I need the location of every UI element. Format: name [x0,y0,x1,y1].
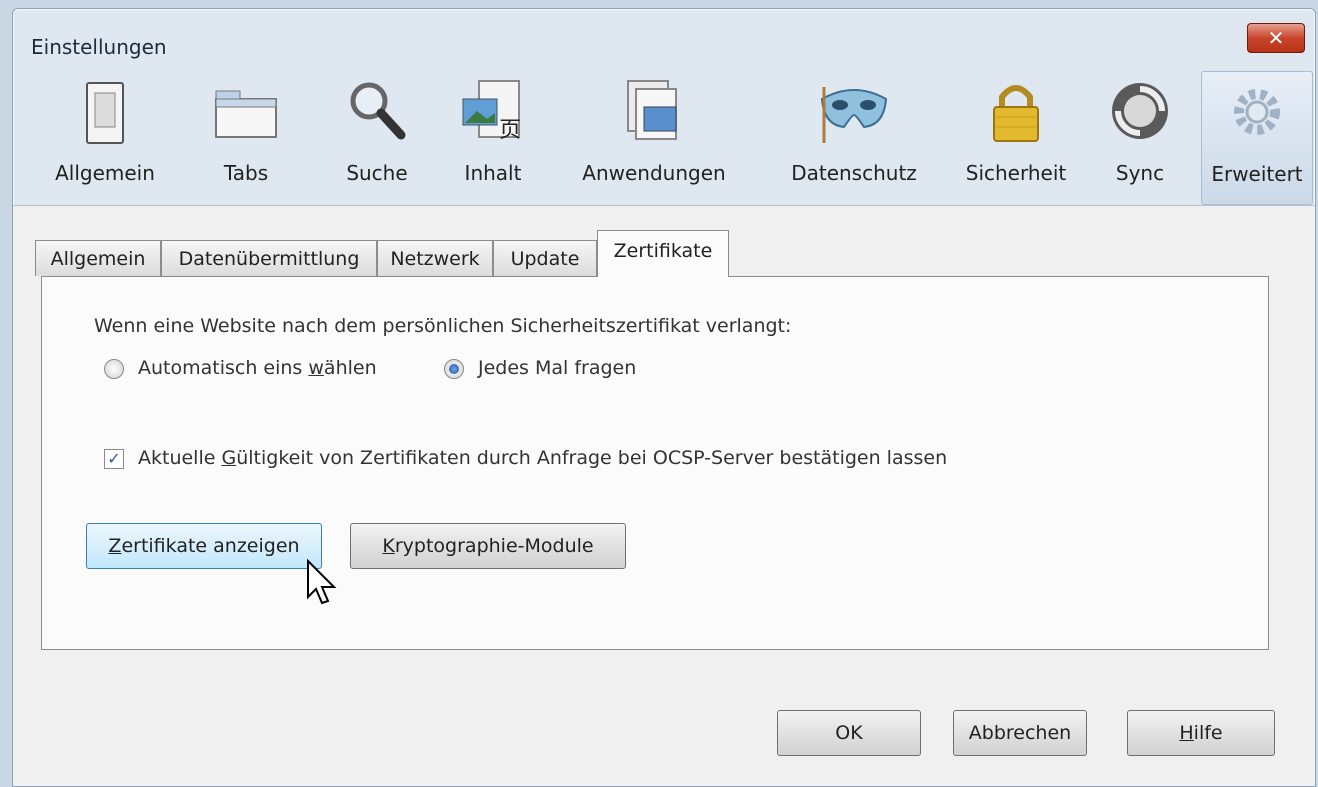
toolbar-item-suche[interactable]: Suche [321,71,433,203]
svg-text:页: 页 [499,118,521,143]
ocsp-checkbox-label[interactable]: Aktuelle Gültigkeit von Zertifikaten dur… [138,447,947,469]
tabs-window-icon [215,90,277,138]
ocsp-checkbox[interactable]: ✓ [104,449,124,469]
window-title: Einstellungen [31,35,167,59]
help-button[interactable]: Hilfe [1127,710,1275,756]
sync-icon [1112,83,1168,139]
mask-icon [820,87,888,143]
tab-datenuebermittlung[interactable]: Datenübermittlung [161,240,377,276]
cancel-button[interactable]: Abbrechen [953,710,1087,756]
radio-ask-every-time-label[interactable]: Jedes Mal fragen [478,357,636,379]
toolbar-item-allgemein[interactable]: Allgemein [31,71,179,203]
toolbar-item-datenschutz[interactable]: Datenschutz [769,71,939,203]
applications-icon [627,80,677,140]
toolbar-label: Erweitert [1211,162,1303,186]
tab-netzwerk[interactable]: Netzwerk [377,240,493,276]
toolbar-label: Suche [346,161,408,185]
toolbar-item-inhalt[interactable]: 页 Inhalt [443,71,543,203]
magnifier-icon [350,82,406,140]
toolbar-item-sicherheit[interactable]: Sicherheit [951,71,1081,203]
toolbar-label: Sicherheit [965,161,1067,185]
certificates-panel: Wenn eine Website nach dem persönlichen … [41,276,1269,650]
tab-zertifikate[interactable]: Zertifikate [597,230,729,277]
toolbar-item-tabs[interactable]: Tabs [196,71,296,203]
tab-update[interactable]: Update [493,240,597,276]
toolbar-item-anwendungen[interactable]: Anwendungen [559,71,749,203]
toolbar-label: Allgemein [55,161,155,185]
toolbar-item-sync[interactable]: Sync [1095,71,1185,203]
toolbar-label: Sync [1115,161,1165,185]
tab-allgemein[interactable]: Allgemein [35,240,161,276]
certificate-request-prompt: Wenn eine Website nach dem persönlichen … [94,315,792,337]
toolbar-label: Datenschutz [791,161,917,185]
toolbar-label: Inhalt [464,161,522,185]
category-toolbar: Allgemein Tabs Suche 页 Inhalt Anwendunge… [31,71,1313,205]
close-button[interactable]: ✕ [1247,23,1305,53]
radio-ask-every-time[interactable] [444,359,464,379]
toolbar-item-erweitert[interactable]: Erweitert [1201,71,1313,205]
content-icon: 页 [462,80,521,143]
title-bar[interactable]: Einstellungen ✕ [13,9,1315,73]
show-certificates-button[interactable]: Zertifikate anzeigen [86,523,322,569]
preferences-window: Einstellungen ✕ Allgemein Tabs Suche 页 I… [12,8,1316,787]
toolbar-label: Anwendungen [582,161,726,185]
crypto-modules-button[interactable]: Kryptographie-Module [350,523,626,569]
radio-auto-select-label[interactable]: Automatisch eins wählen [138,357,377,379]
padlock-icon [993,85,1039,142]
gear-icon [1234,89,1280,135]
ok-button[interactable]: OK [777,710,921,756]
toolbar-label: Tabs [223,161,269,185]
mouse-cursor-icon [307,559,337,605]
switch-icon [86,82,124,144]
radio-auto-select[interactable] [104,359,124,379]
settings-content: Allgemein Datenübermittlung Netzwerk Upd… [13,205,1315,786]
